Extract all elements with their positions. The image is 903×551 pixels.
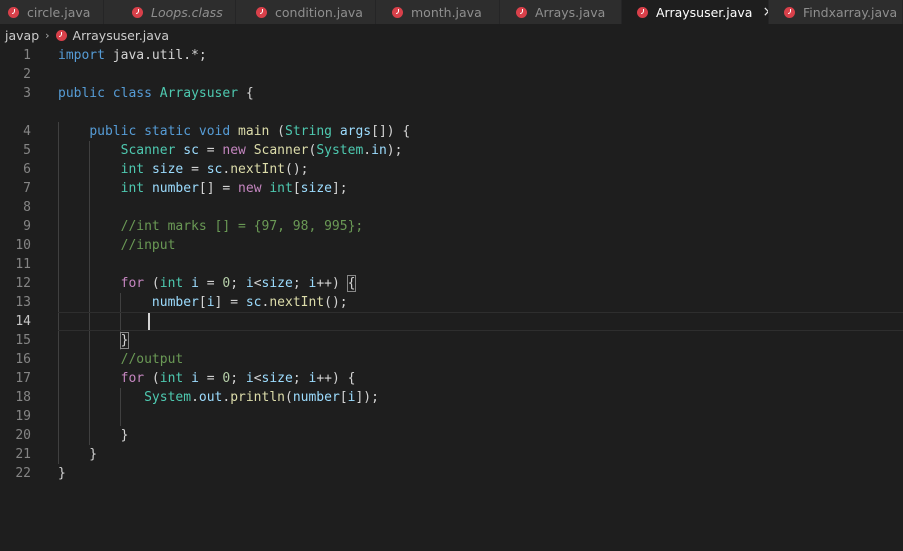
tab-label: Findxarray.java	[803, 4, 898, 20]
code-comment: //output	[58, 352, 184, 367]
line-number: 6	[23, 162, 31, 177]
line-number: 1	[23, 48, 31, 63]
tab-label: Arrays.java	[535, 4, 606, 20]
code-line: 18 System.out.println(number[i]);	[0, 388, 903, 407]
code-line: 2	[0, 65, 903, 84]
line-number: 20	[15, 428, 31, 443]
java-file-icon	[132, 6, 143, 18]
tab-findxarray-java[interactable]: Findxarray.java	[769, 0, 903, 24]
code-text: int size = sc.nextInt();	[120, 162, 309, 177]
breadcrumb-file[interactable]: Arraysuser.java	[73, 28, 169, 43]
code-line: 9 //int marks [] = {97, 98, 995};	[0, 217, 903, 236]
tab-circle-java[interactable]: circle.java	[0, 0, 104, 24]
code-text: Scanner sc = new Scanner(System.in);	[120, 143, 403, 158]
editor-tab-bar: circle.java Loops.class condition.java m…	[0, 0, 903, 24]
code-editor[interactable]: 1 import java.util.*; 2 3 public class Arr…	[0, 46, 903, 483]
tab-arrays-java[interactable]: Arrays.java	[500, 0, 622, 24]
current-line: 14	[0, 312, 903, 331]
line-number: 10	[15, 238, 31, 253]
code-text: }	[58, 447, 98, 462]
java-file-icon	[637, 6, 648, 18]
tab-label: month.java	[411, 4, 482, 20]
code-text: }	[58, 466, 66, 481]
code-text: for (int i = 0; i<size; i++) {	[120, 371, 356, 386]
text-cursor	[148, 313, 150, 330]
java-file-icon	[784, 6, 795, 18]
code-line: 12 for (int i = 0; i<size; i++) {	[0, 274, 903, 293]
line-number: 19	[15, 409, 31, 424]
tab-label: condition.java	[275, 4, 363, 20]
line-number: 11	[15, 257, 31, 272]
line-number: 4	[23, 124, 31, 139]
code-line: 20 }	[0, 426, 903, 445]
chevron-right-icon: ›	[45, 28, 50, 42]
tab-arraysuser-java[interactable]: Arraysuser.java ×	[622, 0, 769, 24]
line-number: 21	[15, 447, 31, 462]
code-line: 4 public static void main (String args[]…	[0, 122, 903, 141]
java-file-icon	[8, 6, 19, 18]
line-number: 14	[15, 314, 31, 329]
code-line: 19	[0, 407, 903, 426]
line-number: 18	[15, 390, 31, 405]
code-text: }	[58, 428, 129, 443]
code-line: 16 //output	[0, 350, 903, 369]
line-number: 16	[15, 352, 31, 367]
code-line: 7 int number[] = new int[size];	[0, 179, 903, 198]
blank-spacer	[0, 103, 903, 122]
code-line: 22}	[0, 464, 903, 483]
code-line: 13 number[i] = sc.nextInt();	[0, 293, 903, 312]
matched-bracket: }	[119, 332, 130, 349]
java-file-icon	[256, 6, 267, 18]
tab-label: Arraysuser.java	[656, 4, 753, 20]
code-text: int number[] = new int[size];	[120, 181, 348, 196]
code-comment: //input	[58, 238, 176, 253]
line-number: 12	[15, 276, 31, 291]
tab-month-java[interactable]: month.java	[376, 0, 500, 24]
code-line: 3 public class Arraysuser {	[0, 84, 903, 103]
line-number: 5	[23, 143, 31, 158]
code-text: import java.util.*;	[58, 48, 207, 63]
code-line: 5 Scanner sc = new Scanner(System.in);	[0, 141, 903, 160]
matched-bracket: {	[346, 275, 357, 292]
tab-label: circle.java	[27, 4, 91, 20]
code-text: System.out.println(number[i]);	[144, 390, 379, 405]
line-number: 2	[23, 67, 31, 82]
line-number: 13	[15, 295, 31, 310]
breadcrumb: javap › Arraysuser.java	[0, 24, 903, 46]
tab-condition-java[interactable]: condition.java	[236, 0, 376, 24]
line-number: 17	[15, 371, 31, 386]
code-text: public static void main (String args[]) …	[89, 124, 411, 139]
code-line: 11	[0, 255, 903, 274]
code-line: 6 int size = sc.nextInt();	[0, 160, 903, 179]
breadcrumb-folder[interactable]: javap	[5, 28, 39, 43]
line-number: 3	[23, 86, 31, 101]
code-line: 10 //input	[0, 236, 903, 255]
code-text: }	[58, 331, 130, 350]
line-number: 9	[23, 219, 31, 234]
code-text: number[i] = sc.nextInt();	[151, 295, 348, 310]
tab-label: Loops.class	[151, 4, 223, 20]
line-number: 8	[23, 200, 31, 215]
code-line: 1 import java.util.*;	[0, 46, 903, 65]
java-file-icon	[516, 6, 527, 18]
line-number: 22	[15, 466, 31, 481]
code-line: 8	[0, 198, 903, 217]
code-text: public class Arraysuser {	[58, 86, 254, 101]
code-line: 21 }	[0, 445, 903, 464]
tab-loops-class[interactable]: Loops.class	[104, 0, 236, 24]
java-file-icon	[392, 6, 403, 18]
code-text: for (int i = 0; i<size; i++) {	[120, 275, 357, 292]
code-comment: //int marks [] = {97, 98, 995};	[58, 219, 364, 234]
code-line: 17 for (int i = 0; i<size; i++) {	[0, 369, 903, 388]
line-number: 15	[15, 333, 31, 348]
line-number: 7	[23, 181, 31, 196]
code-line: 15 }	[0, 331, 903, 350]
java-file-icon	[55, 29, 67, 41]
